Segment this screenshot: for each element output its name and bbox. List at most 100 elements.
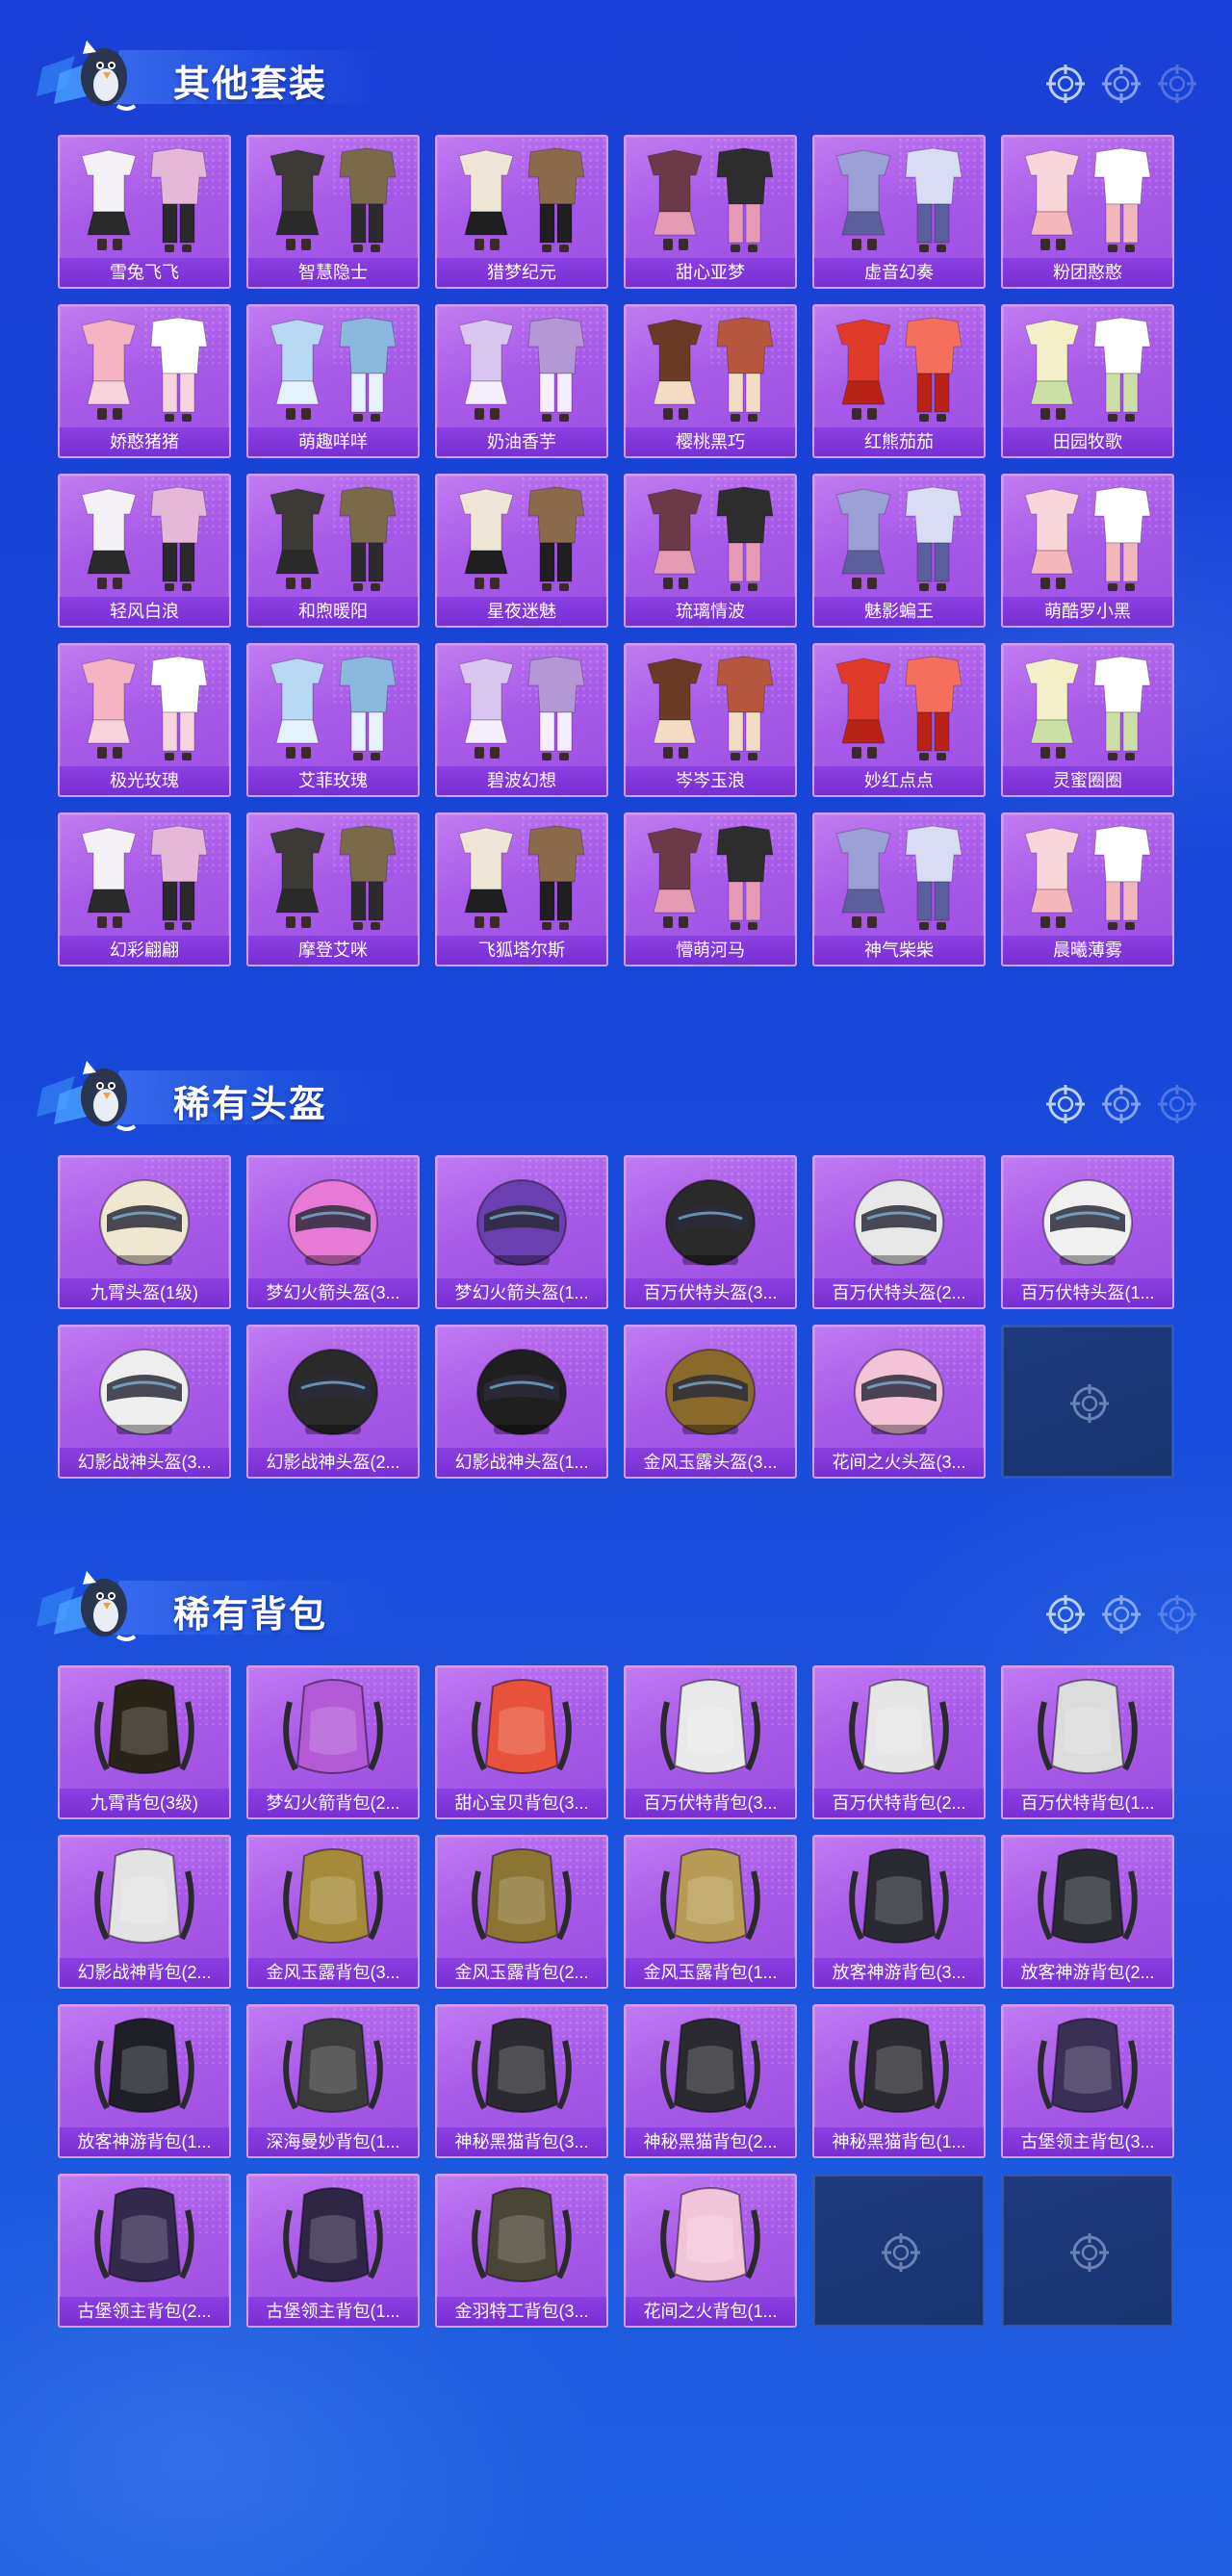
- helmet-card[interactable]: 九霄头盔(1级): [58, 1155, 231, 1309]
- outfit-card[interactable]: 猎梦纪元: [435, 135, 608, 289]
- helmet-card[interactable]: 百万伏特头盔(2...: [812, 1155, 986, 1309]
- backpack-card[interactable]: 放客神游背包(1...: [58, 2004, 231, 2158]
- reticle-icon: [1100, 1593, 1142, 1636]
- outfit-card[interactable]: 智慧隐士: [246, 135, 420, 289]
- outfit-card[interactable]: 星夜迷魅: [435, 474, 608, 628]
- helmet-card[interactable]: 幻影战神头盔(3...: [58, 1325, 231, 1479]
- item-name: 懵萌河马: [626, 936, 795, 965]
- outfit-card[interactable]: 粉团憨憨: [1001, 135, 1174, 289]
- outfit-card[interactable]: 懵萌河马: [624, 812, 797, 966]
- backpack-image: [626, 1842, 795, 1956]
- backpack-image: [60, 2012, 229, 2125]
- backpack-card[interactable]: 幻影战神背包(2...: [58, 1835, 231, 1989]
- backpack-card[interactable]: 古堡领主背包(1...: [246, 2174, 420, 2328]
- outfit-image: [1003, 142, 1172, 256]
- outfit-card[interactable]: 雪兔飞飞: [58, 135, 231, 289]
- outfit-card[interactable]: 樱桃黑巧: [624, 304, 797, 458]
- helmet-card[interactable]: 梦幻火箭头盔(3...: [246, 1155, 420, 1309]
- item-name: 百万伏特头盔(2...: [814, 1278, 984, 1307]
- backpack-card[interactable]: 古堡领主背包(2...: [58, 2174, 231, 2328]
- backpack-image: [248, 2012, 418, 2125]
- decor-reticles: [1044, 63, 1198, 105]
- item-name: 幻影战神头盔(3...: [60, 1448, 229, 1477]
- outfit-card[interactable]: 红熊茄茄: [812, 304, 986, 458]
- outfit-card[interactable]: 艾菲玫瑰: [246, 643, 420, 797]
- item-name: 魅影蝙王: [814, 597, 984, 626]
- helmet-image: [814, 1163, 984, 1276]
- backpack-image: [626, 2181, 795, 2295]
- outfit-card[interactable]: 奶油香芋: [435, 304, 608, 458]
- outfit-card[interactable]: 飞狐塔尔斯: [435, 812, 608, 966]
- item-name: 和煦暖阳: [248, 597, 418, 626]
- outfit-card[interactable]: 极光玫瑰: [58, 643, 231, 797]
- backpack-image: [814, 1673, 984, 1787]
- outfit-card[interactable]: 虚音幻奏: [812, 135, 986, 289]
- backpack-card[interactable]: 放客神游背包(3...: [812, 1835, 986, 1989]
- outfit-card[interactable]: 琉璃情波: [624, 474, 797, 628]
- backpack-card[interactable]: 甜心宝贝背包(3...: [435, 1665, 608, 1819]
- item-name: 放客神游背包(2...: [1003, 1958, 1172, 1987]
- outfit-card[interactable]: 摩登艾咪: [246, 812, 420, 966]
- outfit-card[interactable]: 晨曦薄雾: [1001, 812, 1174, 966]
- outfit-image: [248, 651, 418, 764]
- helmet-card[interactable]: 金风玉露头盔(3...: [624, 1325, 797, 1479]
- outfit-card[interactable]: 萌酷罗小黑: [1001, 474, 1174, 628]
- outfit-card[interactable]: 萌趣咩咩: [246, 304, 420, 458]
- outfit-card[interactable]: 神气柴柴: [812, 812, 986, 966]
- backpack-card[interactable]: 百万伏特背包(2...: [812, 1665, 986, 1819]
- backpack-card[interactable]: 神秘黑猫背包(3...: [435, 2004, 608, 2158]
- helmet-card[interactable]: 百万伏特头盔(3...: [624, 1155, 797, 1309]
- outfit-image: [437, 142, 606, 256]
- section-helmet: 稀有头盔 九霄头盔(1级) 梦幻火箭头盔(3... 梦幻火箭头盔(1... 百万…: [0, 1049, 1232, 1479]
- outfit-card[interactable]: 轻风白浪: [58, 474, 231, 628]
- backpack-card[interactable]: 九霄背包(3级): [58, 1665, 231, 1819]
- item-name: 碧波幻想: [437, 766, 606, 795]
- helmet-card[interactable]: 幻影战神头盔(2...: [246, 1325, 420, 1479]
- backpack-card[interactable]: 古堡领主背包(3...: [1001, 2004, 1174, 2158]
- outfit-card[interactable]: 幻彩翩翩: [58, 812, 231, 966]
- backpack-card[interactable]: 百万伏特背包(1...: [1001, 1665, 1174, 1819]
- backpack-card[interactable]: 百万伏特背包(3...: [624, 1665, 797, 1819]
- helmet-card[interactable]: 花间之火头盔(3...: [812, 1325, 986, 1479]
- outfit-card[interactable]: 碧波幻想: [435, 643, 608, 797]
- item-name: 深海曼妙背包(1...: [248, 2127, 418, 2156]
- item-name: 九霄背包(3级): [60, 1789, 229, 1817]
- helmet-image: [248, 1332, 418, 1446]
- item-name: 萌酷罗小黑: [1003, 597, 1172, 626]
- section-outfit: 其他套装 雪兔飞飞 智慧隐士 猎梦纪元 甜心亚梦 虚音幻奏 粉团憨憨 娇憨猪猪 …: [0, 29, 1232, 966]
- backpack-card[interactable]: 神秘黑猫背包(2...: [624, 2004, 797, 2158]
- outfit-card[interactable]: 妙红点点: [812, 643, 986, 797]
- backpack-card[interactable]: 花间之火背包(1...: [624, 2174, 797, 2328]
- outfit-card[interactable]: 灵蜜圈圈: [1001, 643, 1174, 797]
- decor-reticles: [1044, 1593, 1198, 1636]
- backpack-image: [437, 2012, 606, 2125]
- backpack-card[interactable]: 梦幻火箭背包(2...: [246, 1665, 420, 1819]
- outfit-card[interactable]: 魅影蝙王: [812, 474, 986, 628]
- outfit-card[interactable]: 岑岑玉浪: [624, 643, 797, 797]
- outfit-image: [248, 820, 418, 934]
- helmet-card[interactable]: 百万伏特头盔(1...: [1001, 1155, 1174, 1309]
- penguin-mascot-icon: [37, 1049, 142, 1146]
- outfit-card[interactable]: 甜心亚梦: [624, 135, 797, 289]
- backpack-image: [248, 1842, 418, 1956]
- outfit-card[interactable]: 和煦暖阳: [246, 474, 420, 628]
- backpack-card[interactable]: 金风玉露背包(2...: [435, 1835, 608, 1989]
- outfit-image: [60, 142, 229, 256]
- helmet-card[interactable]: 梦幻火箭头盔(1...: [435, 1155, 608, 1309]
- backpack-card[interactable]: 金风玉露背包(3...: [246, 1835, 420, 1989]
- backpack-card[interactable]: 深海曼妙背包(1...: [246, 2004, 420, 2158]
- item-name: 幻影战神头盔(1...: [437, 1448, 606, 1477]
- backpack-card[interactable]: 金风玉露背包(1...: [624, 1835, 797, 1989]
- backpack-card[interactable]: 神秘黑猫背包(1...: [812, 2004, 986, 2158]
- item-name: 艾菲玫瑰: [248, 766, 418, 795]
- item-grid: 雪兔飞飞 智慧隐士 猎梦纪元 甜心亚梦 虚音幻奏 粉团憨憨 娇憨猪猪 萌趣咩咩 …: [58, 135, 1174, 966]
- outfit-image: [60, 312, 229, 425]
- helmet-card[interactable]: 幻影战神头盔(1...: [435, 1325, 608, 1479]
- outfit-card[interactable]: 娇憨猪猪: [58, 304, 231, 458]
- outfit-card[interactable]: 田园牧歌: [1001, 304, 1174, 458]
- outfit-image: [626, 651, 795, 764]
- backpack-card[interactable]: 放客神游背包(2...: [1001, 1835, 1174, 1989]
- reticle-icon: [1100, 1083, 1142, 1125]
- backpack-card[interactable]: 金羽特工背包(3...: [435, 2174, 608, 2328]
- outfit-image: [626, 142, 795, 256]
